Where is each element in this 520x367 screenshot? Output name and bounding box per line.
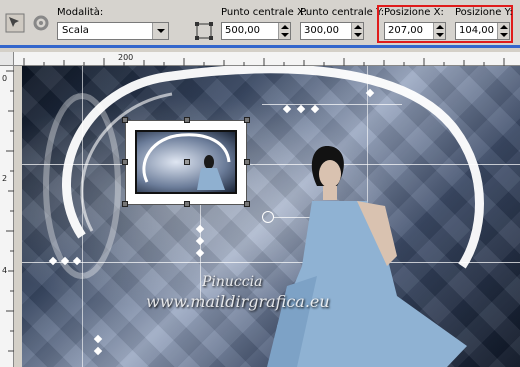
chevron-down-icon[interactable] [152,23,168,39]
horizontal-ruler[interactable]: 200 [14,52,520,66]
center-y-label: Punto centrale Y: [300,7,385,18]
mode-select[interactable]: Scala [57,22,169,40]
pos-x-spinner[interactable] [433,23,445,39]
resize-handle[interactable] [184,201,190,207]
center-y-field[interactable]: 300,00 [300,22,364,40]
ruler-corner [0,52,14,66]
guide-line [82,66,83,367]
transform-icon[interactable] [193,20,215,42]
gear-icon[interactable] [30,12,52,34]
pos-y-spinner[interactable] [497,23,509,39]
ruler-tick-label: 2 [2,174,8,183]
center-y-value: 300,00 [304,25,339,36]
center-x-spinner[interactable] [278,23,290,39]
resize-handle[interactable] [244,201,250,207]
tool-options-bar: Modalità: Scala Punto centrale X: 500,00… [0,0,520,47]
center-x-value: 500,00 [225,25,260,36]
ruler-tick-label: 0 [2,74,8,83]
center-x-field[interactable]: 500,00 [221,22,291,40]
resize-handle[interactable] [184,117,190,123]
center-x-label: Punto centrale X: [221,7,308,18]
pos-x-value: 207,00 [388,25,423,36]
toolbar-separator [0,45,520,48]
pos-x-field[interactable]: 207,00 [384,22,446,40]
mode-label: Modalità: [57,7,104,18]
resize-handle[interactable] [244,159,250,165]
watermark-name: Pinuccia [202,274,263,290]
pos-y-label: Posizione Y: [455,7,513,18]
image-canvas[interactable]: Pinuccia www.maildirgrafica.eu [22,66,520,367]
pos-y-field[interactable]: 104,00 [455,22,510,40]
ruler-tick-label: 200 [118,53,134,62]
resize-handle[interactable] [244,117,250,123]
guide-line [262,104,402,105]
watermark-site: www.maildirgrafica.eu [146,292,330,311]
pos-y-value: 104,00 [459,25,494,36]
center-y-spinner[interactable] [351,23,363,39]
pos-x-label: Posizione X: [384,7,444,18]
resize-handle[interactable] [122,117,128,123]
woman-figure [267,146,467,367]
selected-layer-thumbnail[interactable] [122,117,250,207]
mode-value: Scala [62,25,89,36]
pick-tool-icon[interactable] [4,12,26,34]
vertical-ruler[interactable]: 0 2 4 [0,66,14,367]
resize-handle[interactable] [122,159,128,165]
center-handle[interactable] [184,159,190,165]
ruler-tick-label: 4 [2,266,8,275]
resize-handle[interactable] [122,201,128,207]
